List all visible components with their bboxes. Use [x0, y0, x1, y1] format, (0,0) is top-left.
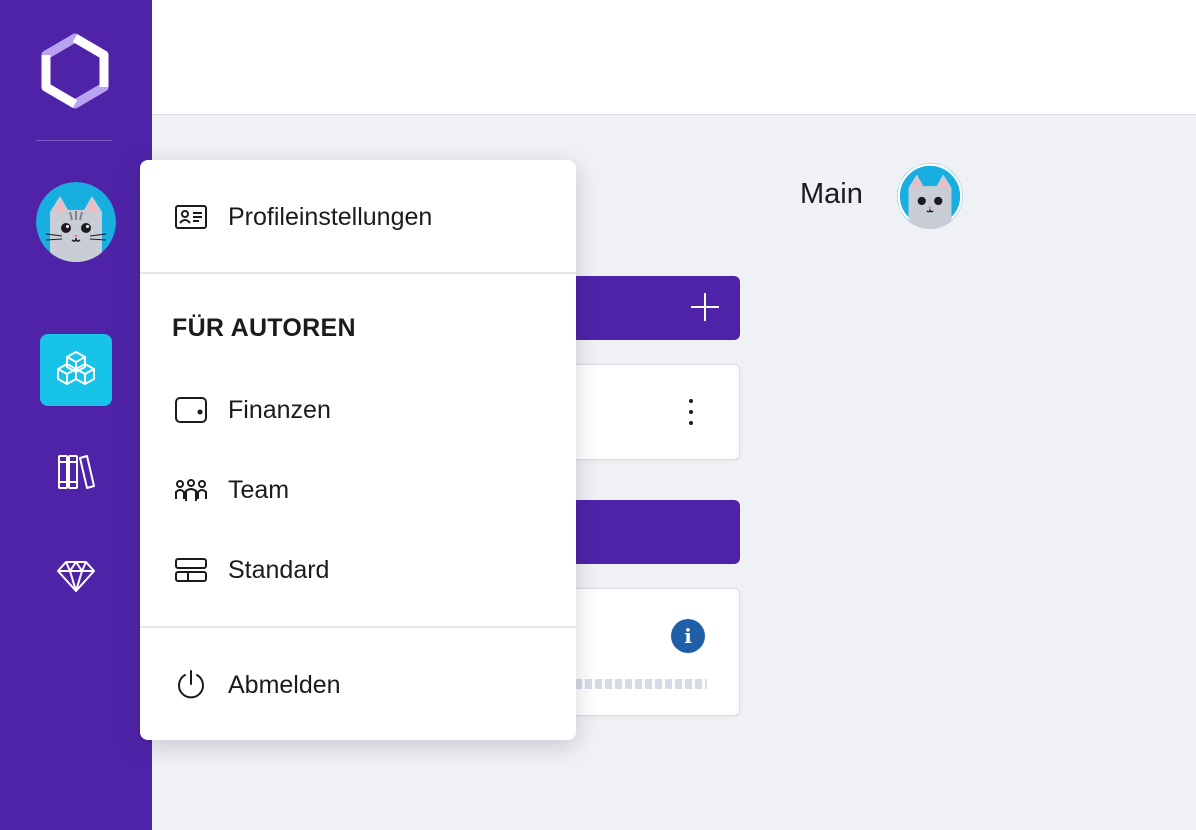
sidebar-item-library[interactable]: [40, 438, 112, 510]
section-header-bar: [560, 276, 740, 340]
section-header-bar: [560, 500, 740, 564]
wallet-icon: [174, 393, 208, 427]
user-avatar[interactable]: [36, 182, 116, 262]
workspace-avatar[interactable]: [897, 163, 963, 229]
team-icon: [174, 473, 208, 507]
menu-item-label: Profileinstellungen: [228, 202, 433, 231]
app-logo[interactable]: [36, 32, 114, 110]
menu-item-team[interactable]: Team: [174, 470, 289, 510]
layout-icon: [174, 553, 208, 587]
loading-placeholder: [575, 679, 707, 689]
menu-item-label: Team: [228, 475, 290, 504]
menu-item-finances[interactable]: Finanzen: [174, 390, 331, 430]
more-vertical-icon[interactable]: [681, 399, 701, 425]
menu-item-label: Finanzen: [228, 395, 331, 424]
menu-item-logout[interactable]: Abmelden: [174, 665, 341, 705]
top-bar: [152, 0, 1196, 115]
sidebar-divider: [36, 140, 112, 141]
cubes-icon: [56, 348, 96, 393]
menu-item-label: Abmelden: [228, 670, 341, 699]
info-card: i: [560, 588, 740, 716]
id-card-icon: [174, 200, 208, 234]
menu-item-standard[interactable]: Standard: [174, 550, 329, 590]
books-icon: [56, 452, 96, 497]
project-card[interactable]: [560, 364, 740, 460]
sidebar: [0, 0, 152, 830]
menu-divider: [140, 626, 576, 628]
info-icon[interactable]: i: [671, 619, 705, 653]
power-icon: [174, 668, 208, 702]
menu-item-label: Standard: [228, 555, 330, 584]
plus-icon[interactable]: [688, 290, 722, 324]
diamond-icon: [56, 555, 96, 600]
menu-divider: [140, 272, 576, 274]
profile-dropdown-menu: Profileinstellungen FÜR AUTOREN Finanzen…: [140, 160, 576, 740]
page-title: Main: [800, 178, 863, 210]
menu-item-profile-settings[interactable]: Profileinstellungen: [174, 197, 432, 237]
sidebar-item-projects[interactable]: [40, 334, 112, 406]
menu-section-heading: FÜR AUTOREN: [172, 314, 356, 342]
sidebar-item-premium[interactable]: [40, 541, 112, 613]
